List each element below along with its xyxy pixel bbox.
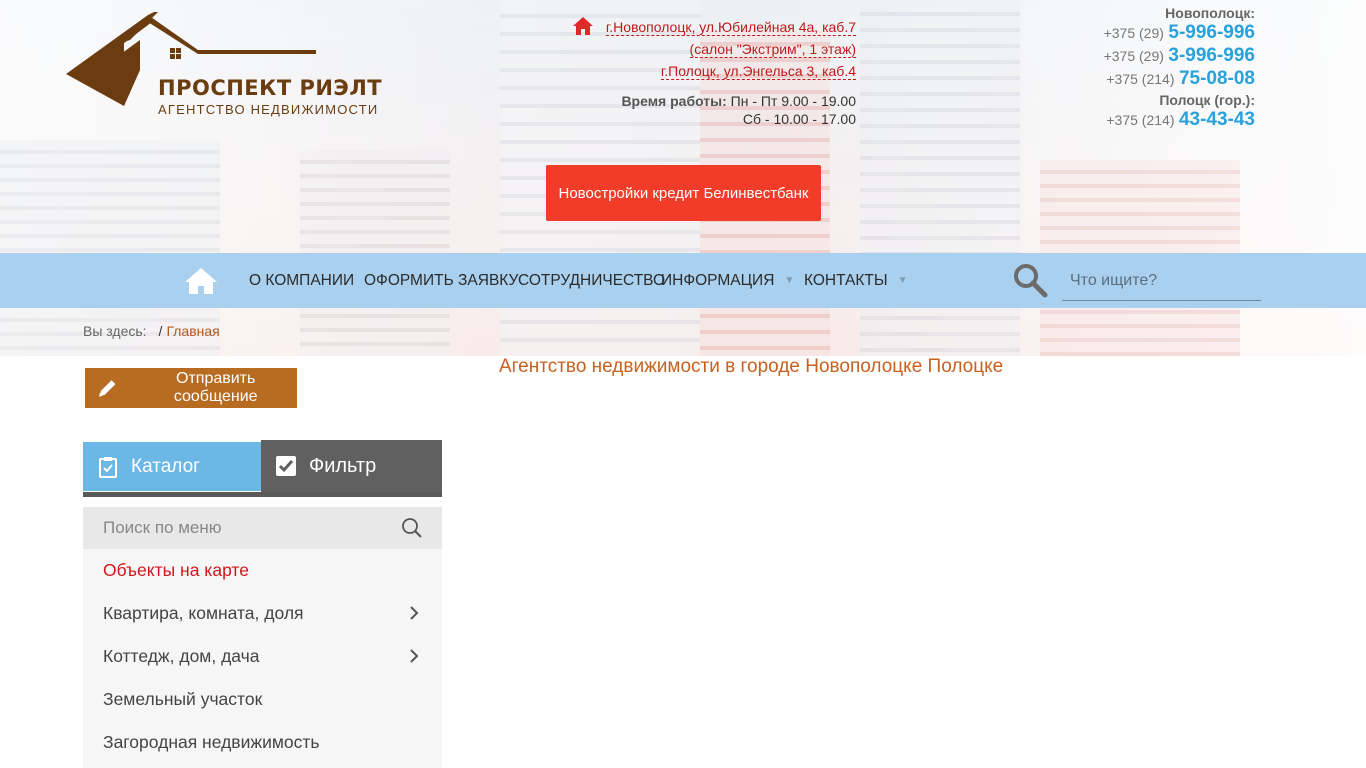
checkbox-icon [276, 456, 296, 476]
catalog-menu: Объекты на карте Квартира, комната, доля… [83, 549, 442, 768]
menu-item-apartment[interactable]: Квартира, комната, доля [83, 592, 442, 635]
home-icon [572, 17, 593, 35]
phones-city-novopolotsk: Новополоцк: [1165, 5, 1255, 21]
phone-3[interactable]: +375 (214) 75-08-08 [1104, 68, 1255, 91]
search-icon[interactable] [401, 517, 423, 539]
tab-catalog[interactable]: Каталог [83, 442, 261, 491]
sidebar-tabs: Каталог Фильтр [83, 440, 442, 497]
working-hours: Время работы: Пн - Пт 9.00 - 19.00 Сб - … [621, 92, 856, 128]
menu-search-input[interactable] [83, 507, 383, 549]
search-icon[interactable] [1012, 262, 1048, 298]
home-nav-icon[interactable] [184, 267, 218, 295]
chevron-down-icon: ▼ [784, 275, 795, 286]
main-nav: О компании Оформить заявку Сотрудничеств… [0, 253, 1366, 308]
pencil-icon [98, 380, 116, 397]
breadcrumb-current[interactable]: Главная [166, 323, 219, 339]
menu-search [83, 507, 442, 549]
hours-label: Время работы: [621, 93, 727, 109]
tab-catalog-label: Каталог [131, 455, 201, 477]
phone-2[interactable]: +375 (29) 3-996-996 [1104, 45, 1255, 68]
nav-item-request[interactable]: Оформить заявку [364, 253, 518, 308]
page-title: Агентство недвижимости в городе Новополо… [499, 356, 1004, 377]
chevron-right-icon [410, 649, 419, 663]
nav-item-cooperation[interactable]: Сотрудничество [518, 253, 665, 308]
promo-credit-button[interactable]: Новостройки кредит Белинвестбанк [546, 165, 821, 221]
nav-item-information[interactable]: Информация ▼ [661, 253, 794, 308]
chevron-down-icon: ▼ [897, 275, 908, 286]
hours-weekdays: Пн - Пт 9.00 - 19.00 [730, 93, 856, 109]
menu-item-country[interactable]: Загородная недвижимость [83, 721, 442, 764]
phone-1[interactable]: +375 (29) 5-996-996 [1104, 22, 1255, 45]
site-search-input[interactable] [1062, 261, 1261, 301]
breadcrumb-prefix: Вы здесь: [83, 323, 147, 339]
address-novopolotsk-detail[interactable]: (салон "Экстрим", 1 этаж) [689, 41, 856, 58]
menu-item-map-objects[interactable]: Объекты на карте [83, 549, 442, 592]
menu-item-land[interactable]: Земельный участок [83, 678, 442, 721]
phones-city-polotsk: Полоцк (гор.): [1159, 92, 1255, 108]
menu-item-cottage[interactable]: Коттедж, дом, дача [83, 635, 442, 678]
chevron-right-icon [410, 606, 419, 620]
hours-saturday: Сб - 10.00 - 17.00 [742, 111, 856, 127]
clipboard-check-icon [99, 456, 117, 478]
tab-filter-label: Фильтр [309, 454, 377, 477]
breadcrumb: Вы здесь: / Главная [83, 323, 220, 339]
send-message-button[interactable]: Отправить сообщение [85, 368, 297, 408]
address-block: г.Новополоцк, ул.Юбилейная 4а, каб.7 (са… [572, 16, 856, 82]
logo-name: ПРОСПЕКТ РИЭЛТ [158, 76, 383, 100]
phones-block: Новополоцк: +375 (29) 5-996-996 +375 (29… [1104, 4, 1255, 132]
address-novopolotsk[interactable]: г.Новополоцк, ул.Юбилейная 4а, каб.7 [605, 19, 856, 36]
nav-item-contacts[interactable]: Контакты ▼ [804, 253, 908, 308]
tab-filter[interactable]: Фильтр [261, 440, 442, 492]
phone-4[interactable]: +375 (214) 43-43-43 [1104, 109, 1255, 132]
address-polotsk[interactable]: г.Полоцк, ул.Энгельса 3, каб.4 [660, 63, 856, 80]
nav-item-about[interactable]: О компании [249, 253, 354, 308]
send-message-label: Отправить сообщение [173, 370, 258, 405]
site-logo[interactable]: ПРОСПЕКТ РИЭЛТ АГЕНТСТВО НЕДВИЖИМОСТИ [66, 12, 382, 120]
logo-subtitle: АГЕНТСТВО НЕДВИЖИМОСТИ [158, 102, 379, 117]
